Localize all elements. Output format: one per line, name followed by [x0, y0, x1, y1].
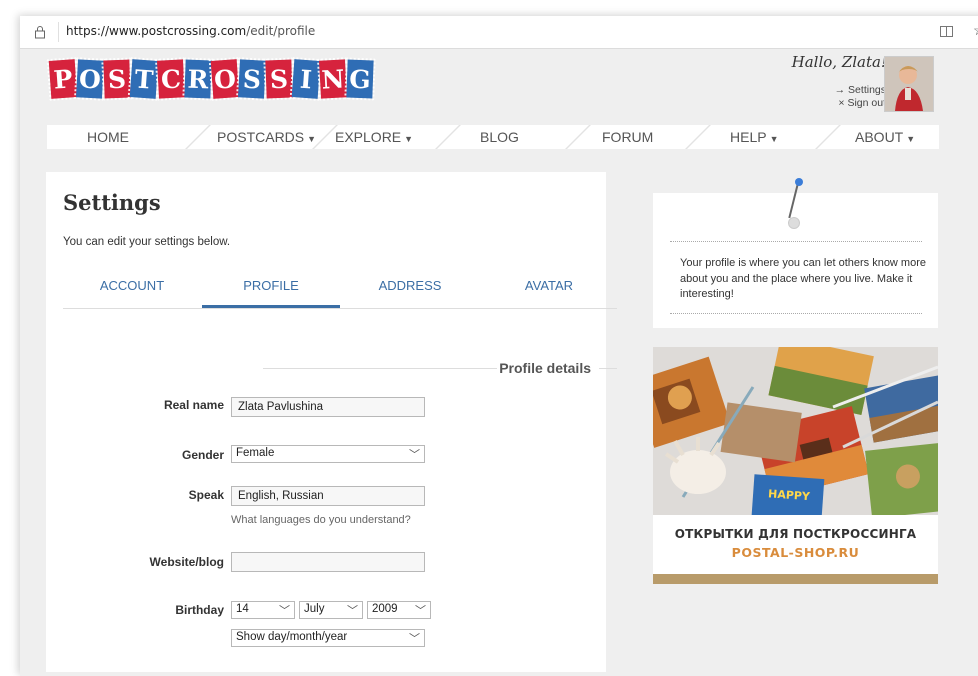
nav-divider: [565, 125, 591, 149]
logo-letter-stamp: S: [238, 59, 266, 99]
speak-label: Speak: [188, 488, 224, 502]
nav-postcards[interactable]: POSTCARDS ▼: [217, 129, 316, 145]
user-menu: → Settings × Sign out: [835, 84, 886, 110]
birthday-visibility-value: Show day/month/year: [236, 631, 348, 643]
ad-bottom-bar: [653, 574, 938, 584]
nav-divider: [685, 125, 711, 149]
chevron-down-icon: ▼: [307, 134, 317, 144]
profile-tip-text: Your profile is where you can let others…: [680, 257, 926, 300]
address-bar[interactable]: https://www.postcrossing.com/edit/profil…: [20, 16, 978, 49]
birthday-day-value: 14: [236, 603, 249, 615]
real-name-input[interactable]: Zlata Pavlushina: [231, 397, 425, 417]
nav-forum[interactable]: FORUM: [602, 129, 653, 145]
main-navigation: HOME POSTCARDS ▼ EXPLORE ▼ BLOG FORUM HELP…: [47, 125, 939, 149]
sign-out-link[interactable]: × Sign out: [835, 97, 886, 110]
tab-account[interactable]: ACCOUNT: [63, 278, 201, 308]
section-title: Profile details: [499, 360, 591, 376]
birthday-year-select[interactable]: 2009 ﹀: [367, 601, 431, 619]
gender-value: Female: [236, 447, 275, 459]
ad-postcards-image: HAPPY: [653, 347, 938, 515]
logo-letter-stamp: I: [291, 59, 321, 99]
intro-text: You can edit your settings below.: [63, 236, 231, 248]
logo-letter-stamp: T: [129, 59, 159, 99]
website-label: Website/blog: [149, 555, 224, 569]
chevron-down-icon: ▼: [769, 134, 779, 144]
birthday-visibility-select[interactable]: Show day/month/year ﹀: [231, 629, 425, 647]
logo-letter-stamp: G: [346, 59, 374, 99]
birthday-label: Birthday: [175, 603, 224, 617]
chevron-down-icon: ﹀: [409, 633, 420, 645]
logo-letter-stamp: P: [48, 59, 78, 99]
url-text[interactable]: https://www.postcrossing.com/edit/profil…: [66, 24, 315, 38]
chevron-down-icon: ▼: [404, 134, 414, 144]
postcrossing-logo[interactable]: POSTCROSSING: [48, 59, 374, 99]
avatar[interactable]: [884, 56, 934, 112]
settings-panel: Settings You can edit your settings belo…: [46, 172, 617, 672]
chevron-down-icon: ▼: [906, 134, 916, 144]
nav-help[interactable]: HELP ▼: [730, 129, 779, 145]
chevron-down-icon: ﹀: [347, 605, 358, 617]
birthday-day-select[interactable]: 14 ﹀: [231, 601, 295, 619]
settings-tabs: ACCOUNT PROFILE ADDRESS AVATAR: [63, 270, 617, 309]
nav-divider: [185, 125, 211, 149]
speak-input[interactable]: English, Russian: [231, 486, 425, 506]
pin-base: [788, 217, 800, 229]
page-title: Settings: [63, 190, 161, 215]
address-separator: [58, 22, 59, 42]
nav-blog[interactable]: BLOG: [480, 129, 519, 145]
tab-address[interactable]: ADDRESS: [341, 278, 479, 308]
avatar-photo: [885, 57, 933, 111]
ad-headline: ОТКРЫТКИ ДЛЯ ПОСТКРОССИНГА: [674, 527, 917, 541]
nav-divider: [435, 125, 461, 149]
gender-select[interactable]: Female ﹀: [231, 445, 425, 463]
nav-divider: [815, 125, 841, 149]
speak-hint: What languages do you understand?: [231, 514, 411, 526]
nav-explore[interactable]: EXPLORE ▼: [335, 129, 413, 145]
tip-divider: [670, 313, 922, 314]
ad-shop-link[interactable]: POSTAL-SHOP.RU: [653, 545, 938, 560]
nav-about[interactable]: ABOUT ▼: [855, 129, 915, 145]
logo-letter-stamp: S: [103, 59, 131, 99]
logo-letter-stamp: C: [157, 59, 185, 99]
lock-icon: [35, 26, 45, 39]
logo-letter-stamp: N: [319, 59, 347, 99]
nav-home[interactable]: HOME: [87, 129, 129, 145]
logo-letter-stamp: O: [76, 59, 104, 99]
chevron-down-icon: ﹀: [409, 449, 420, 461]
chevron-down-icon: ﹀: [279, 605, 290, 617]
website-input[interactable]: [231, 552, 425, 572]
favorite-star-icon[interactable]: ☆: [973, 22, 978, 39]
pin-icon: [795, 178, 803, 186]
chevron-down-icon: ﹀: [415, 605, 426, 617]
logo-letter-stamp: S: [265, 59, 293, 99]
reading-view-icon[interactable]: [940, 25, 953, 38]
birthday-month-select[interactable]: July ﹀: [299, 601, 363, 619]
logo-letter-stamp: R: [184, 59, 212, 99]
user-greeting: Hallo, Zlata!: [791, 53, 887, 71]
section-rule: [263, 368, 497, 369]
section-rule: [599, 368, 617, 369]
ad-photo: HAPPY: [653, 347, 938, 515]
birthday-year-value: 2009: [372, 603, 398, 615]
tip-divider: [670, 241, 922, 242]
real-name-label: Real name: [163, 398, 224, 412]
section-heading: Profile details: [63, 360, 617, 376]
tab-avatar[interactable]: AVATAR: [480, 278, 618, 308]
gender-label: Gender: [181, 448, 224, 462]
postal-shop-ad[interactable]: HAPPY ОТКРЫТКИ ДЛЯ ПОСТКРОССИНГА POSTAL-…: [653, 347, 938, 584]
tab-profile[interactable]: PROFILE: [202, 278, 340, 308]
settings-link[interactable]: → Settings: [835, 84, 886, 97]
birthday-month-value: July: [304, 603, 325, 615]
logo-letter-stamp: O: [210, 59, 240, 99]
